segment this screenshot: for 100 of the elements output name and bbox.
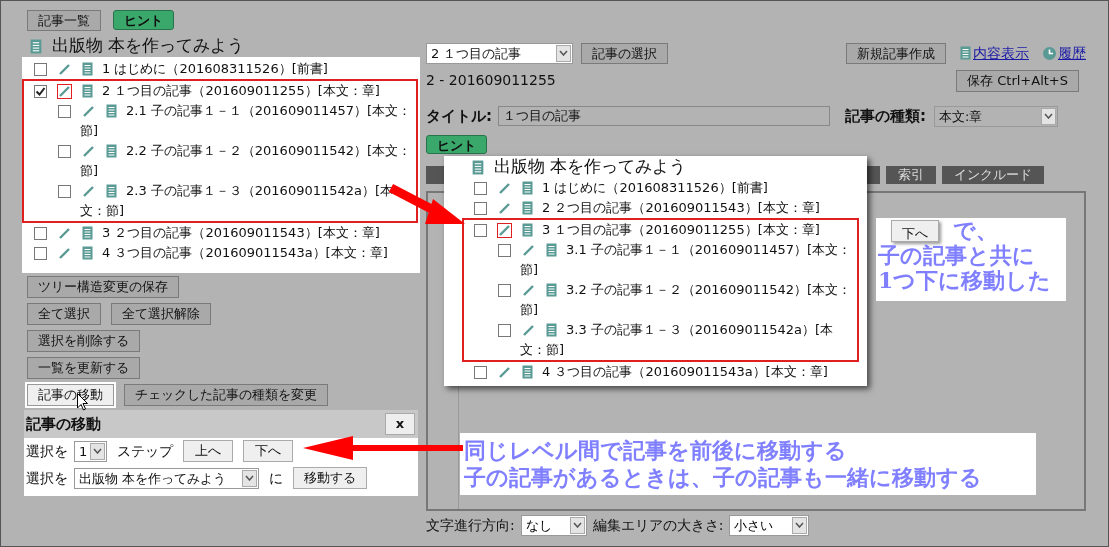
document-icon — [82, 84, 93, 98]
document-icon — [546, 283, 557, 297]
article-id: 2 - 201609011255 — [426, 71, 556, 90]
action-button[interactable]: 一覧を更新する — [27, 357, 140, 379]
document-icon — [30, 38, 42, 54]
tab-button[interactable]: インクルード — [942, 166, 1044, 184]
target-select[interactable]: 出版物 本を作ってみよう — [74, 467, 259, 489]
article-title[interactable]: 3 １つ目の記事（201609011255）[本文：章] — [474, 220, 855, 240]
publication-title: 出版物 本を作ってみよう — [494, 155, 687, 179]
checkbox[interactable] — [58, 104, 71, 118]
field-label: 記事の種類: — [845, 105, 926, 127]
checkbox[interactable] — [34, 226, 47, 240]
pencil-icon[interactable] — [497, 180, 512, 196]
document-icon — [82, 226, 93, 240]
close-button[interactable]: x — [385, 413, 415, 435]
article-title[interactable]: 3.1 子の記事１－１（201609011457）[本文：節] — [520, 240, 855, 280]
chevron-icon — [792, 516, 808, 534]
article-title[interactable]: 3.2 子の記事１－２（201609011542）[本文：節] — [520, 280, 855, 320]
checkbox[interactable] — [498, 323, 511, 337]
checkbox[interactable] — [474, 365, 487, 379]
checkbox[interactable] — [474, 181, 487, 195]
hint-button[interactable]: ヒント — [113, 10, 174, 30]
pencil-icon[interactable] — [57, 245, 72, 261]
callout-text: 子の記事と共に — [878, 243, 1036, 268]
pencil-icon[interactable] — [57, 61, 72, 77]
field-label: タイトル: — [426, 105, 492, 127]
down-button[interactable]: 下へ — [243, 440, 293, 462]
article-select[interactable]: 2 １つ目の記事 — [426, 42, 573, 64]
document-icon — [960, 46, 971, 60]
select-article-button[interactable]: 記事の選択 — [581, 42, 668, 64]
field-label: に — [269, 468, 283, 488]
action-button[interactable]: 全て選択 — [27, 303, 101, 325]
step-select[interactable]: 1 — [74, 440, 107, 462]
move-button[interactable]: 移動する — [293, 467, 367, 489]
checkbox[interactable] — [34, 62, 47, 76]
down-button[interactable]: 下へ — [891, 219, 939, 242]
document-icon — [472, 159, 484, 175]
pencil-icon[interactable] — [81, 103, 96, 119]
article-title[interactable]: 2 ２つ目の記事（201609011543）[本文：章] — [474, 198, 855, 218]
checkbox[interactable] — [474, 201, 487, 215]
action-button[interactable]: ツリー構造変更の保存 — [27, 276, 179, 298]
article-title[interactable]: 2 １つ目の記事（201609011255）[本文：章] — [34, 81, 414, 101]
callout-text: 子の記事があるときは、子の記事も一緒に移動する — [464, 464, 983, 491]
up-button[interactable]: 上へ — [183, 440, 233, 462]
pencil-icon[interactable] — [497, 222, 512, 238]
action-button[interactable]: 選択を削除する — [27, 330, 140, 352]
type-select[interactable]: 本文:章 — [934, 105, 1058, 127]
pencil-icon[interactable] — [497, 364, 512, 380]
article-title[interactable]: 2.2 子の記事１－２（201609011542）[本文：節] — [80, 141, 414, 181]
header-link[interactable]: 履歴 — [1058, 42, 1086, 64]
field-label: 選択を — [26, 441, 68, 461]
checkbox[interactable] — [474, 223, 487, 237]
document-icon — [82, 246, 93, 260]
field-label: ステップ — [117, 441, 173, 461]
checkbox[interactable] — [58, 184, 71, 198]
checkbox[interactable] — [498, 283, 511, 297]
field-label: 編集エリアの大きさ: — [592, 515, 724, 535]
article-title[interactable]: 4 ３つ目の記事（201609011543a）[本文：章] — [34, 243, 414, 263]
size-select[interactable]: 小さい — [729, 514, 810, 536]
title-field[interactable]: １つ目の記事 — [498, 106, 830, 126]
field-label: 選択を — [26, 468, 68, 488]
pencil-icon[interactable] — [57, 225, 72, 241]
article-title[interactable]: 2.3 子の記事１－３（201609011542a）[本文：節] — [80, 181, 414, 221]
tab-button[interactable]: 索引 — [886, 166, 936, 184]
document-icon — [522, 365, 533, 379]
header-link[interactable]: 内容表示 — [973, 42, 1029, 64]
article-title[interactable]: 2.1 子の記事１－１（201609011457）[本文：節] — [80, 101, 414, 141]
document-icon — [546, 323, 557, 337]
chevron-icon — [1041, 107, 1056, 125]
callout-text: 1つ下に移動した — [878, 268, 1053, 293]
pencil-icon[interactable] — [521, 322, 536, 338]
action-button[interactable]: 全て選択解除 — [111, 303, 211, 325]
document-icon — [106, 144, 117, 158]
article-title[interactable]: 4 ３つ目の記事（201609011543a）[本文：章] — [474, 362, 855, 382]
document-icon — [106, 184, 117, 198]
checkbox[interactable] — [58, 144, 71, 158]
pencil-icon[interactable] — [81, 183, 96, 199]
action-button[interactable]: チェックした記事の種類を変更 — [124, 384, 328, 406]
document-icon — [522, 223, 533, 237]
checkbox[interactable] — [498, 243, 511, 257]
pencil-icon[interactable] — [57, 83, 72, 99]
chevron-icon — [569, 516, 585, 534]
article-list-button[interactable]: 記事一覧 — [27, 10, 101, 31]
checkbox[interactable] — [34, 246, 47, 260]
new-article-button[interactable]: 新規記事作成 — [846, 42, 946, 64]
save-button[interactable]: 保存 Ctrl+Alt+S — [956, 69, 1079, 92]
article-title[interactable]: 3 ２つ目の記事（201609011543）[本文：章] — [34, 223, 414, 243]
pencil-icon[interactable] — [521, 282, 536, 298]
hint-button[interactable]: ヒント — [426, 135, 487, 154]
document-icon — [522, 201, 533, 215]
pencil-icon[interactable] — [521, 242, 536, 258]
article-title[interactable]: 1 はじめに（201608311526）[前書] — [34, 59, 414, 79]
direction-select[interactable]: なし — [520, 514, 587, 536]
checkbox[interactable] — [34, 84, 47, 98]
document-icon — [546, 243, 557, 257]
pencil-icon[interactable] — [81, 143, 96, 159]
pencil-icon[interactable] — [497, 200, 512, 216]
article-title[interactable]: 3.3 子の記事１－３（201609011542a）[本文：節] — [520, 320, 855, 360]
document-icon — [82, 62, 93, 76]
article-title[interactable]: 1 はじめに（201608311526）[前書] — [474, 178, 855, 198]
